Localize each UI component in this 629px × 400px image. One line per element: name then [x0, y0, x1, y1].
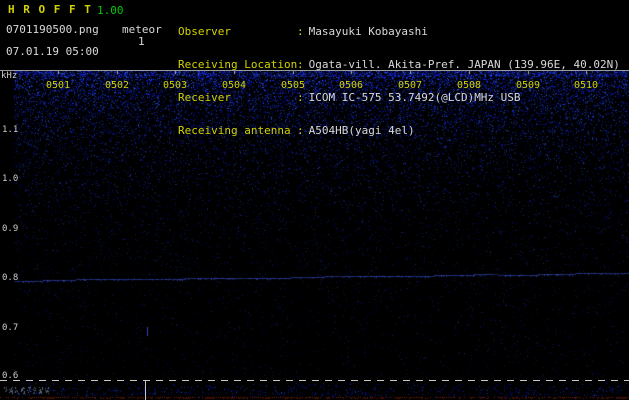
info-row-observer: Observer: Masayuki Kobayashi — [178, 26, 620, 37]
info-row-location: Receiving Location: Ogata-vill. Akita-Pre… — [178, 59, 620, 70]
time-tick-label: 0506 — [338, 80, 364, 91]
freq-tick-label: 1.0 — [2, 174, 19, 184]
info-separator: : — [297, 58, 304, 71]
time-tick-label: 0503 — [162, 80, 188, 91]
time-tick-label: 0502 — [104, 80, 130, 91]
info-separator: : — [297, 124, 304, 137]
info-row-receiver: Receiver: ICOM IC-575 53.7492(@LCD)MHz US… — [178, 92, 620, 103]
output-filename: 0701190500.png — [6, 23, 99, 36]
event-marker-line — [145, 381, 146, 400]
time-tick-label: 0510 — [573, 80, 599, 91]
info-label: Observer — [178, 25, 231, 38]
time-tick-label: 0507 — [397, 80, 423, 91]
time-tick-label: 0501 — [45, 80, 71, 91]
freq-axis-unit: kHz — [1, 71, 18, 81]
info-separator: : — [297, 25, 304, 38]
freq-tick-label: 0.9 — [2, 224, 19, 234]
time-tick-label: 0509 — [515, 80, 541, 91]
hrofft-screenshot: H R O F F T 1.00 0701190500.png meteor 1… — [0, 0, 629, 400]
timestamp: 07.01.19 05:00 — [6, 45, 99, 58]
level-strip-separator — [0, 380, 629, 381]
freq-tick-label: 0.7 — [2, 323, 19, 333]
plot-top-border — [0, 70, 629, 71]
info-value: A504HB(yagi 4el) — [308, 124, 415, 137]
info-row-antenna: Receiving antenna: A504HB(yagi 4el) — [178, 125, 620, 136]
freq-tick-label: 0.8 — [2, 273, 19, 283]
freq-tick-label: 1.1 — [2, 125, 19, 135]
info-value: Masayuki Kobayashi — [308, 25, 428, 38]
time-tick-label: 0505 — [280, 80, 306, 91]
app-title: H R O F F T — [8, 3, 92, 16]
time-tick-label: 0508 — [456, 80, 482, 91]
info-separator: : — [297, 91, 304, 104]
info-label: Receiver — [178, 91, 231, 104]
app-version: 1.00 — [97, 4, 124, 17]
meteor-count: 1 — [138, 35, 145, 48]
info-label: Receiving Location — [178, 58, 298, 71]
info-value: ICOM IC-575 53.7492(@LCD)MHz USB — [308, 91, 521, 104]
info-label: Receiving antenna — [178, 124, 291, 137]
time-tick-label: 0504 — [221, 80, 247, 91]
